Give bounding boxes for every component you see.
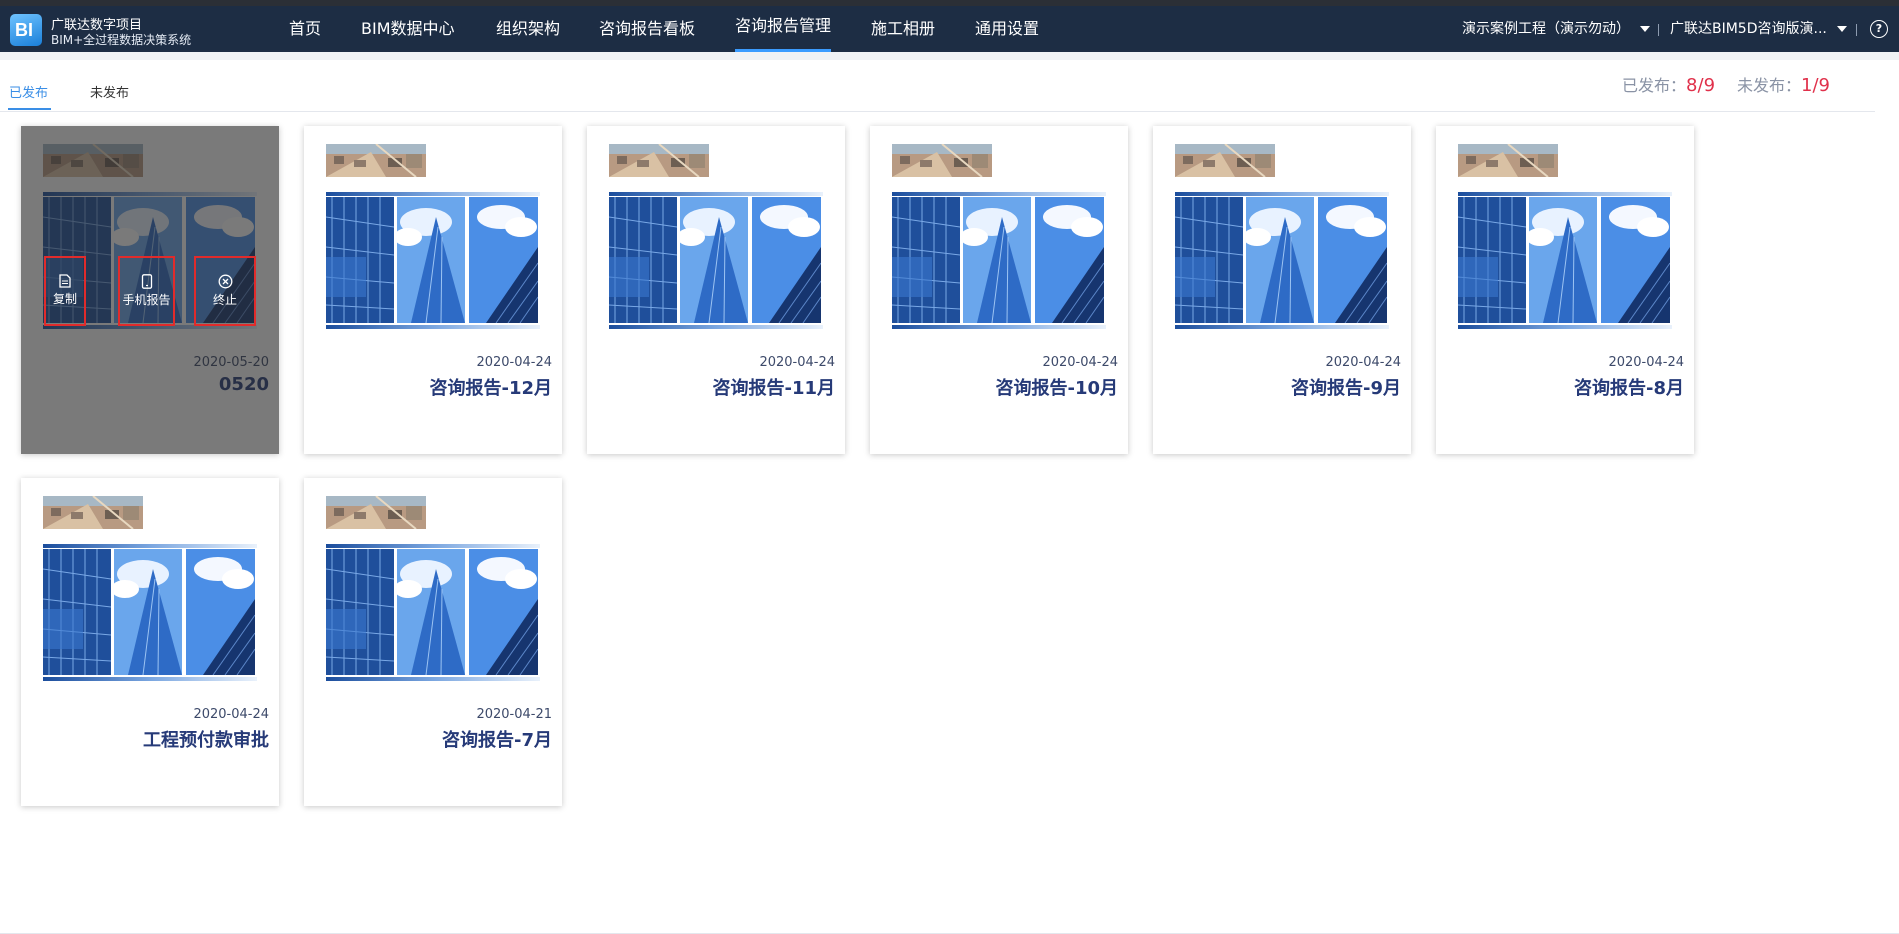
nav-item-home[interactable]: 首页 <box>289 6 321 52</box>
publish-tabs: 已发布 未发布 已发布：8/9 未发布：1/9 <box>0 60 1875 112</box>
report-card[interactable]: 2020-04-21 咨询报告-7月 <box>304 478 562 806</box>
tab-published[interactable]: 已发布 <box>9 82 48 101</box>
report-date: 2020-04-24 <box>1042 355 1118 370</box>
report-header-photo <box>1175 144 1275 177</box>
nav-active-indicator <box>735 49 832 52</box>
cover-accent-line <box>326 192 540 196</box>
report-cover-image <box>326 549 538 675</box>
cover-accent-line <box>1175 192 1389 196</box>
project-select-value: 演示案例工程（演示勿动） <box>1462 21 1630 37</box>
report-header-photo <box>609 144 709 177</box>
report-date: 2020-04-24 <box>1325 355 1401 370</box>
report-card[interactable]: 2020-04-24 咨询报告-10月 <box>870 126 1128 454</box>
help-icon[interactable]: ? <box>1870 20 1888 38</box>
publish-stats: 已发布：8/9 未发布：1/9 <box>1622 72 1830 96</box>
nav-item-general-settings[interactable]: 通用设置 <box>975 6 1039 52</box>
cover-accent-line <box>326 677 540 681</box>
document-icon <box>59 274 71 288</box>
cover-accent-line <box>1175 325 1389 329</box>
stop-button[interactable]: 终止 <box>194 256 256 326</box>
copy-button[interactable]: 复制 <box>44 256 86 326</box>
close-circle-icon <box>218 274 232 289</box>
report-header-photo <box>892 144 992 177</box>
copy-label: 复制 <box>52 292 77 306</box>
report-cover-image <box>43 549 255 675</box>
app-logo[interactable]: BI <box>10 14 42 46</box>
chevron-down-icon <box>1640 26 1650 32</box>
report-header-photo <box>326 496 426 529</box>
nav-item-report-dashboard[interactable]: 咨询报告看板 <box>599 6 695 52</box>
project-select[interactable]: 演示案例工程（演示勿动） <box>1462 6 1650 52</box>
report-header-photo <box>43 496 143 529</box>
report-date: 2020-04-24 <box>759 355 835 370</box>
report-title: 咨询报告-12月 <box>429 378 552 399</box>
report-card[interactable]: 2020-04-24 工程预付款审批 <box>21 478 279 806</box>
cover-accent-line <box>609 325 823 329</box>
chevron-down-icon <box>1836 26 1847 32</box>
cover-accent-line <box>1458 325 1672 329</box>
mobile-report-label: 手机报告 <box>122 293 171 307</box>
report-cover-image <box>1458 197 1670 323</box>
cover-accent-line <box>609 192 823 196</box>
nav-item-bim-data-center[interactable]: BIM数据中心 <box>361 6 455 52</box>
report-title: 工程预付款审批 <box>143 730 269 751</box>
report-date: 2020-04-24 <box>1608 355 1684 370</box>
cover-accent-line <box>326 544 540 548</box>
nav-item-report-management-label: 咨询报告管理 <box>735 16 832 35</box>
report-title: 咨询报告-7月 <box>442 730 552 751</box>
top-navbar: BI 广联达数字项目 BIM+全过程数据决策系统 首页 BIM数据中心 组织架构… <box>0 6 1899 52</box>
cover-accent-line <box>326 325 540 329</box>
nav-divider <box>1658 24 1659 36</box>
report-title: 咨询报告-10月 <box>995 378 1118 399</box>
report-card[interactable]: 2020-04-24 咨询报告-12月 <box>304 126 562 454</box>
app-subtitle: BIM+全过程数据决策系统 <box>51 33 192 47</box>
report-card[interactable]: 2020-04-24 咨询报告-9月 <box>1153 126 1411 454</box>
svg-text:BI: BI <box>15 20 33 40</box>
report-date: 2020-04-24 <box>193 707 269 722</box>
cover-accent-line <box>1458 192 1672 196</box>
nav-item-construction-album[interactable]: 施工相册 <box>871 6 935 52</box>
published-count: 8/9 <box>1686 75 1716 96</box>
report-card[interactable]: 2020-04-24 咨询报告-8月 <box>1436 126 1694 454</box>
main-content: 已发布 未发布 已发布：8/9 未发布：1/9 复制 手机报告 终止 2020-… <box>0 60 1899 934</box>
org-select[interactable]: 广联达BIM5D咨询版演... <box>1670 6 1847 52</box>
cover-accent-line <box>43 544 257 548</box>
unpublished-label: 未发布： <box>1737 76 1802 95</box>
report-cover-image <box>892 197 1104 323</box>
report-title: 咨询报告-9月 <box>1291 378 1401 399</box>
report-header-photo <box>1458 144 1558 177</box>
report-date: 2020-04-24 <box>476 355 552 370</box>
report-header-photo <box>326 144 426 177</box>
cover-accent-line <box>43 677 257 681</box>
stop-label: 终止 <box>212 293 237 307</box>
report-title: 咨询报告-11月 <box>712 378 835 399</box>
phone-icon <box>141 274 152 289</box>
nav-divider <box>1856 24 1857 36</box>
report-title: 咨询报告-8月 <box>1574 378 1684 399</box>
report-date: 2020-04-21 <box>476 707 552 722</box>
nav-item-report-management[interactable]: 咨询报告管理 <box>735 6 832 52</box>
report-cover-image <box>609 197 821 323</box>
card-hover-overlay: 复制 手机报告 终止 <box>21 126 279 454</box>
unpublished-count: 1/9 <box>1801 75 1830 96</box>
published-label: 已发布： <box>1622 76 1687 95</box>
nav-item-organization[interactable]: 组织架构 <box>496 6 560 52</box>
report-cover-image <box>1175 197 1387 323</box>
mobile-report-button[interactable]: 手机报告 <box>118 256 175 326</box>
report-card[interactable]: 2020-04-24 咨询报告-11月 <box>587 126 845 454</box>
report-cover-image <box>326 197 538 323</box>
tab-active-indicator <box>8 108 51 110</box>
org-select-value: 广联达BIM5D咨询版演... <box>1670 21 1827 37</box>
tab-unpublished[interactable]: 未发布 <box>90 82 129 101</box>
cover-accent-line <box>892 325 1106 329</box>
cover-accent-line <box>892 192 1106 196</box>
report-card[interactable]: 2020-05-20 0520 复制 手机报告 终止 <box>21 126 279 454</box>
